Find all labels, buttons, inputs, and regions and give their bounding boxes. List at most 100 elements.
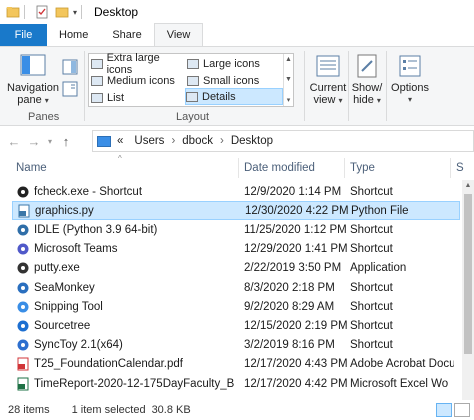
file-type: Shortcut [350,185,393,198]
pdf-icon [17,357,29,371]
details-view-toggle-icon[interactable] [436,403,452,417]
file-type: Shortcut [350,281,393,294]
ribbon-tabs: File Home Share View [0,23,474,46]
navigation-pane-label-2: pane ▾ [17,94,49,106]
column-date-modified[interactable]: Date modified [244,162,315,174]
layout-extra-large-icons[interactable]: Extra large icons [91,52,185,76]
table-row[interactable]: TimeReport-2020-12-175DayFaculty_Boc... 1… [12,374,460,393]
vertical-scrollbar[interactable]: ▲ [462,180,474,400]
current-view-icon [316,55,340,77]
tab-home[interactable]: Home [47,24,100,46]
column-name[interactable]: Name [16,162,47,174]
show-hide-label-2: hide ▾ [353,94,381,106]
file-name: SyncToy 2.1(x64) [34,339,123,352]
address-field[interactable]: « Users › dbock › Desktop [92,130,474,152]
file-name: SeaMonkey [34,281,95,294]
idle-icon [17,224,29,236]
ribbon-view: Navigation pane ▾ Panes Extra large icon… [0,46,474,126]
navigation-pane-button[interactable]: Navigation pane ▾ [6,53,60,107]
options-button[interactable]: Options ▾ [388,53,432,106]
table-row[interactable]: graphics.py 12/30/2020 4:22 PM Python File [12,201,460,221]
current-view-button[interactable]: Current view ▾ [308,53,348,107]
table-row[interactable]: SeaMonkey 8/3/2020 2:18 PM Shortcut [12,278,460,297]
recent-locations-icon[interactable]: ▾ [44,137,56,146]
file-type: Shortcut [350,300,393,313]
breadcrumb-users[interactable]: Users [134,135,164,147]
gallery-down-icon[interactable]: ▼ [285,76,292,83]
address-bar-row: ← → ▾ ↑ « Users › dbock › Desktop [0,126,474,156]
file-type: Shortcut [350,339,393,352]
tab-share[interactable]: Share [100,24,153,46]
seamonkey-icon [17,282,29,293]
table-row[interactable]: IDLE (Python 3.9 64-bit) 11/25/2020 1:12 … [12,220,460,239]
table-row[interactable]: fcheck.exe - Shortcut 12/9/2020 1:14 PM Sh… [12,182,460,201]
details-icon [186,91,198,102]
file-date-modified: 9/2/2020 8:29 AM [244,300,335,313]
table-row[interactable]: T25_FoundationCalendar.pdf 12/17/2020 4:4… [12,355,460,374]
snipping-tool-icon [17,301,29,313]
file-date-modified: 12/17/2020 4:42 PM [244,377,348,390]
layout-list[interactable]: List [91,89,185,106]
file-name: putty.exe [34,262,80,275]
file-date-modified: 12/15/2020 2:19 PM [244,319,348,332]
table-row[interactable]: putty.exe 2/22/2019 3:50 PM Application [12,259,460,278]
layout-small-icons[interactable]: Small icons [187,72,283,89]
scroll-thumb[interactable] [464,194,472,354]
folder-icon [6,7,20,18]
preview-pane-icon[interactable] [62,59,78,75]
scroll-up-icon[interactable]: ▲ [462,182,474,189]
file-name: fcheck.exe - Shortcut [34,185,143,198]
status-item-count: 28 items [8,404,50,416]
file-date-modified: 12/29/2020 1:41 PM [244,243,348,256]
new-folder-icon[interactable] [55,5,69,19]
file-type: Application [350,262,407,275]
gallery-up-icon[interactable]: ▲ [285,56,292,63]
back-icon[interactable]: ← [4,134,24,149]
layout-gallery-scroll[interactable]: ▲ ▼ ▾ [283,54,293,106]
sort-ascending-icon: ^ [118,154,122,163]
options-label: Options [391,82,429,94]
file-type: Adobe Acrobat Docum [350,358,454,371]
breadcrumb-chevron-icon[interactable]: › [220,135,224,147]
status-selected: 1 item selected [71,404,146,416]
breadcrumb-desktop[interactable]: Desktop [231,135,273,147]
panes-group-label: Panes [28,111,60,123]
show-hide-button[interactable]: Show/ hide ▾ [350,53,384,107]
large-icons-view-toggle-icon[interactable] [454,403,470,417]
breadcrumb-dbock[interactable]: dbock [182,135,213,147]
quick-access-dropdown-icon[interactable]: ▾ [73,8,77,17]
file-date-modified: 11/25/2020 1:12 PM [244,223,347,236]
file-type: Shortcut [350,223,393,236]
up-icon[interactable]: ↑ [56,134,76,149]
layout-gallery: Extra large icons Large icons Medium ico… [88,52,294,107]
synctoy-icon [17,339,29,351]
options-dropdown-icon: ▾ [407,95,412,104]
tab-view[interactable]: View [153,23,204,46]
excel-icon [17,377,29,390]
table-row[interactable]: Sourcetree 12/15/2020 2:19 PM Shortcut [12,316,460,335]
details-pane-icon[interactable] [62,81,78,97]
navigation-pane-icon [20,54,46,76]
column-type[interactable]: Type [350,162,375,174]
file-name: graphics.py [35,204,94,217]
layout-large-icons[interactable]: Large icons [187,55,283,72]
gallery-more-icon[interactable]: ▾ [287,96,291,104]
table-row[interactable]: Microsoft Teams 12/29/2020 1:41 PM Shortcu… [12,240,460,259]
options-icon [399,55,421,77]
table-row[interactable]: SyncToy 2.1(x64) 3/2/2019 8:16 PM Shortcut [12,336,460,355]
layout-medium-icons[interactable]: Medium icons [91,72,185,89]
table-row[interactable]: Snipping Tool 9/2/2020 8:29 AM Shortcut [12,297,460,316]
extra-large-icons-icon [91,58,103,69]
properties-icon[interactable] [35,5,49,19]
address-overflow[interactable]: « [117,135,123,147]
file-type: Shortcut [350,243,393,256]
file-date-modified: 12/17/2020 4:43 PM [244,358,348,371]
show-hide-icon [357,54,377,78]
breadcrumb-chevron-icon[interactable]: › [171,135,175,147]
column-size[interactable]: S [456,162,464,174]
forward-icon[interactable]: → [24,134,44,149]
column-header: ^ Name Date modified Type S [0,154,474,180]
python-file-icon [18,204,30,218]
layout-details[interactable]: Details [185,88,283,105]
tab-file[interactable]: File [0,24,47,46]
